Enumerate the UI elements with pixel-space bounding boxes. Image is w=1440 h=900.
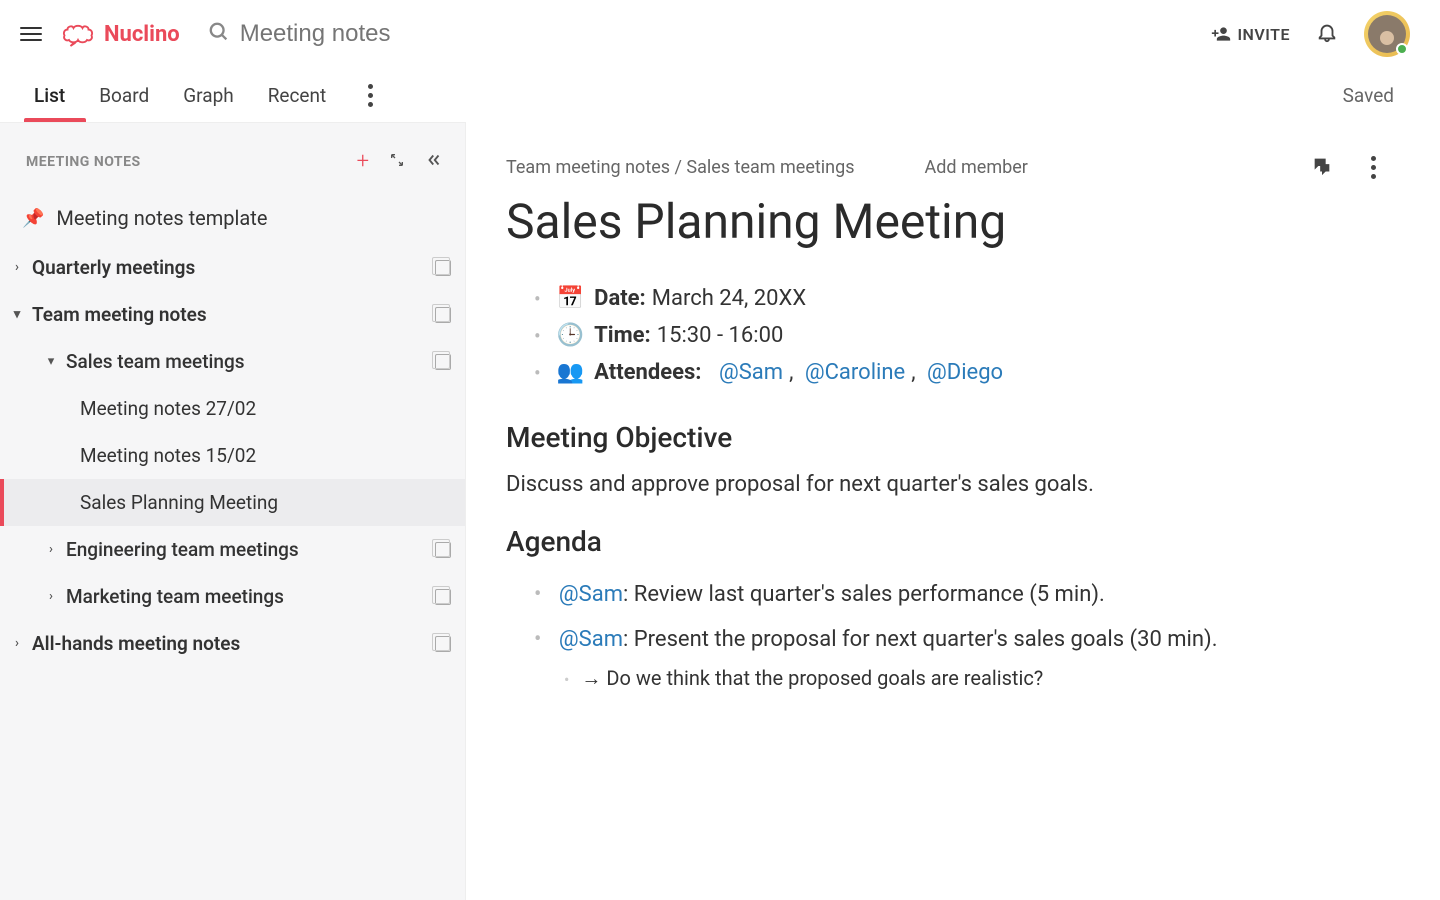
tree-item[interactable]: Meeting notes 15/02 [0,432,465,479]
page-title[interactable]: Sales Planning Meeting [506,193,1384,250]
presence-status-icon [1396,43,1408,55]
mention[interactable]: @Sam [559,627,623,652]
chevron-right-icon[interactable]: › [44,589,58,604]
sidebar-title: MEETING NOTES [26,154,141,170]
menu-icon[interactable] [20,19,42,49]
mention[interactable]: @Diego [927,360,1003,385]
tree-item[interactable]: Meeting notes 27/02 [0,385,465,432]
collection-icon [435,636,451,652]
mention[interactable]: @Sam [559,582,623,607]
tree-item[interactable]: › Quarterly meetings [0,244,465,291]
tab-board[interactable]: Board [99,74,149,117]
tree-item-label: Marketing team meetings [66,585,284,608]
tree-item-label: Sales Planning Meeting [80,491,278,514]
agenda-item[interactable]: @Sam: Review last quarter's sales perfor… [534,572,1384,617]
agenda-list: @Sam: Review last quarter's sales perfor… [506,572,1384,707]
content: Team meeting notes / Sales team meetings… [466,122,1440,900]
clock-icon: 🕒 [557,323,584,348]
collection-icon [435,542,451,558]
sidebar: MEETING NOTES + 📌 Meeting notes template… [0,122,466,900]
tree: › Quarterly meetings ▾ Team meeting notes ▾ S… [0,244,465,667]
pin-icon: 📌 [22,208,44,229]
collapse-sidebar-icon[interactable] [425,151,443,173]
meta-date[interactable]: 📅 Date: March 24, 20XX [534,280,1384,317]
tree-item-label: All-hands meeting notes [32,632,240,655]
search-input[interactable] [240,20,580,48]
chevron-right-icon[interactable]: › [10,260,24,275]
meta-time[interactable]: 🕒 Time: 15:30 - 16:00 [534,317,1384,354]
pinned-label: Meeting notes template [56,206,267,230]
tree-item-label: Meeting notes 15/02 [80,444,256,467]
chevron-right-icon[interactable]: › [44,542,58,557]
search[interactable] [208,20,580,48]
invite-person-icon [1211,24,1231,44]
pinned-item[interactable]: 📌 Meeting notes template [0,192,465,244]
tab-graph[interactable]: Graph [183,74,233,117]
collection-icon [435,354,451,370]
mention[interactable]: @Caroline [805,360,905,385]
tree-item-label: Engineering team meetings [66,538,299,561]
agenda-subitem[interactable]: → Do we think that the proposed goals ar… [564,656,1384,701]
tree-item-label: Sales team meetings [66,350,245,373]
objective-text[interactable]: Discuss and approve proposal for next qu… [506,468,1384,501]
user-avatar[interactable] [1364,11,1410,57]
content-more-icon[interactable] [1363,148,1384,187]
tree-item[interactable]: › Marketing team meetings [0,573,465,620]
collection-icon [435,260,451,276]
tree-item[interactable]: Sales Planning Meeting [0,479,465,526]
invite-label: INVITE [1237,25,1290,44]
chevron-right-icon[interactable]: › [10,636,24,651]
tree-item[interactable]: ▾ Sales team meetings [0,338,465,385]
tree-item[interactable]: ▾ Team meeting notes [0,291,465,338]
logo[interactable]: Nuclino [60,18,180,50]
notifications-icon[interactable] [1316,21,1338,47]
expand-icon[interactable] [389,152,405,172]
tree-item-label: Quarterly meetings [32,256,195,279]
collection-icon [435,589,451,605]
brand-name: Nuclino [104,22,180,47]
people-icon: 👥 [557,360,584,385]
breadcrumb[interactable]: Team meeting notes / Sales team meetings [506,157,855,178]
tab-list[interactable]: List [34,74,65,117]
objective-heading[interactable]: Meeting Objective [506,421,1384,454]
invite-button[interactable]: INVITE [1211,24,1290,44]
brain-logo-icon [60,18,96,50]
chevron-down-icon[interactable]: ▾ [44,354,58,369]
meta-attendees[interactable]: 👥 Attendees: @Sam, @Caroline, @Diego [534,354,1384,391]
chevron-down-icon[interactable]: ▾ [10,307,24,322]
tree-item[interactable]: › All-hands meeting notes [0,620,465,667]
meta-list: 📅 Date: March 24, 20XX 🕒 Time: 15:30 - 1… [506,280,1384,391]
tab-recent[interactable]: Recent [268,74,327,117]
save-status: Saved [1343,84,1394,107]
add-item-icon[interactable]: + [357,149,369,174]
collection-icon [435,307,451,323]
tree-item-label: Team meeting notes [32,303,207,326]
agenda-heading[interactable]: Agenda [506,525,1384,558]
tree-item[interactable]: › Engineering team meetings [0,526,465,573]
mention[interactable]: @Sam [719,360,783,385]
tree-item-label: Meeting notes 27/02 [80,397,256,420]
agenda-item[interactable]: @Sam: Present the proposal for next quar… [534,617,1384,707]
tabs-more-icon[interactable] [360,76,381,115]
add-member-button[interactable]: Add member [925,157,1028,178]
comments-icon[interactable] [1311,155,1333,181]
search-icon [208,21,230,48]
calendar-icon: 📅 [557,286,584,311]
